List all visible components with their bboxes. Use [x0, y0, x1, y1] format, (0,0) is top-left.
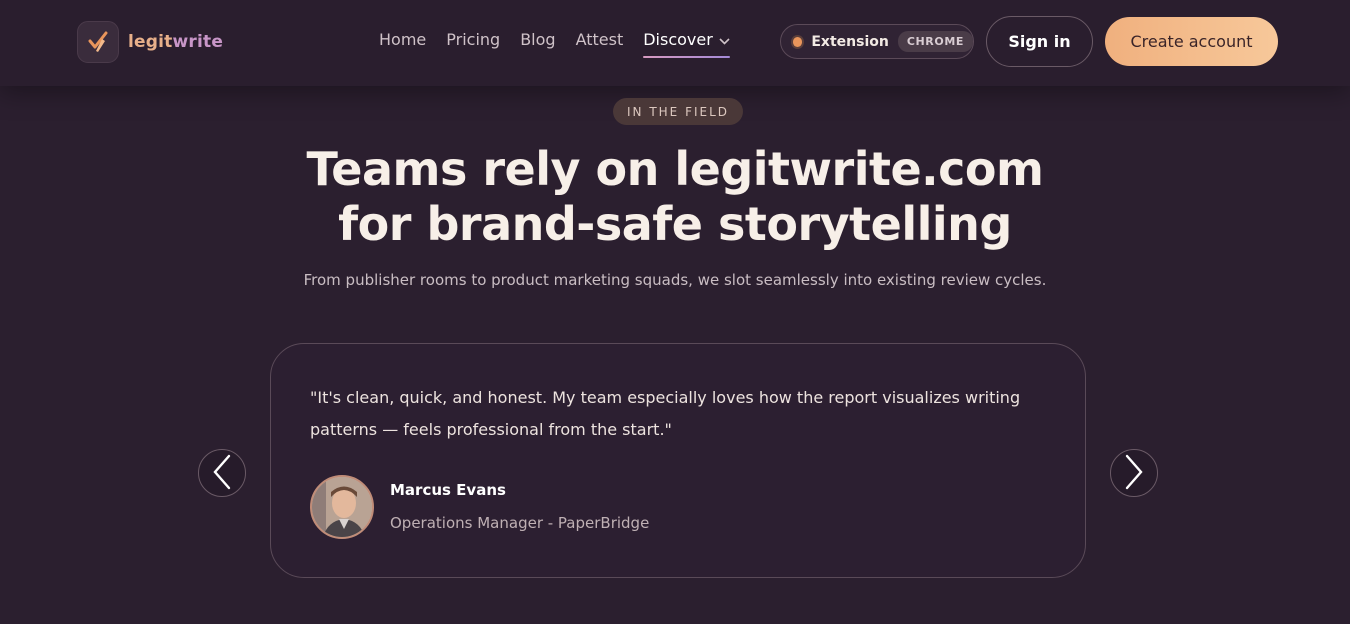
extension-label: Extension: [811, 33, 889, 50]
testimonial-name: Marcus Evans: [390, 481, 506, 499]
hero-title-line2: for brand-safe storytelling: [338, 197, 1012, 251]
chevron-left-icon: [211, 454, 233, 493]
carousel-prev-button[interactable]: [198, 449, 246, 497]
testimonial-card: "It's clean, quick, and honest. My team …: [270, 343, 1086, 578]
quote-line1: "It's clean, quick, and honest. My team …: [310, 388, 1021, 407]
testimonial-role: Operations Manager - PaperBridge: [390, 514, 650, 532]
carousel-next-button[interactable]: [1110, 449, 1158, 497]
brand-name: legitwrite: [128, 32, 224, 52]
create-account-button[interactable]: Create account: [1105, 17, 1278, 66]
nav-pricing[interactable]: Pricing: [446, 30, 500, 49]
nav-discover[interactable]: Discover: [643, 30, 730, 58]
section-badge: IN THE FIELD: [613, 98, 743, 125]
quote-line2: patterns — feels professional from the s…: [310, 420, 672, 439]
brand-logo[interactable]: legitwrite: [77, 21, 223, 63]
sign-in-button[interactable]: Sign in: [986, 16, 1093, 67]
chevron-down-icon: [719, 30, 730, 49]
hero-title: Teams rely on legitwrite.com for brand-s…: [0, 142, 1350, 252]
extension-pill[interactable]: Extension CHROME: [780, 24, 974, 59]
chrome-badge: CHROME: [897, 31, 973, 52]
nav-home[interactable]: Home: [379, 30, 426, 49]
nav-attest[interactable]: Attest: [576, 30, 624, 49]
main-nav: Home Pricing Blog Attest Discover: [379, 30, 750, 58]
quill-check-icon: [77, 21, 119, 63]
chevron-right-icon: [1123, 454, 1145, 493]
nav-blog[interactable]: Blog: [520, 30, 555, 49]
site-header: legitwrite Home Pricing Blog Attest Disc…: [0, 0, 1350, 86]
avatar: [310, 475, 374, 539]
nav-discover-label: Discover: [643, 30, 713, 49]
testimonial-quote: "It's clean, quick, and honest. My team …: [310, 382, 1050, 446]
status-dot-icon: [793, 36, 803, 47]
hero-title-line1: Teams rely on legitwrite.com: [306, 142, 1044, 196]
hero-subtitle: From publisher rooms to product marketin…: [303, 271, 1047, 289]
